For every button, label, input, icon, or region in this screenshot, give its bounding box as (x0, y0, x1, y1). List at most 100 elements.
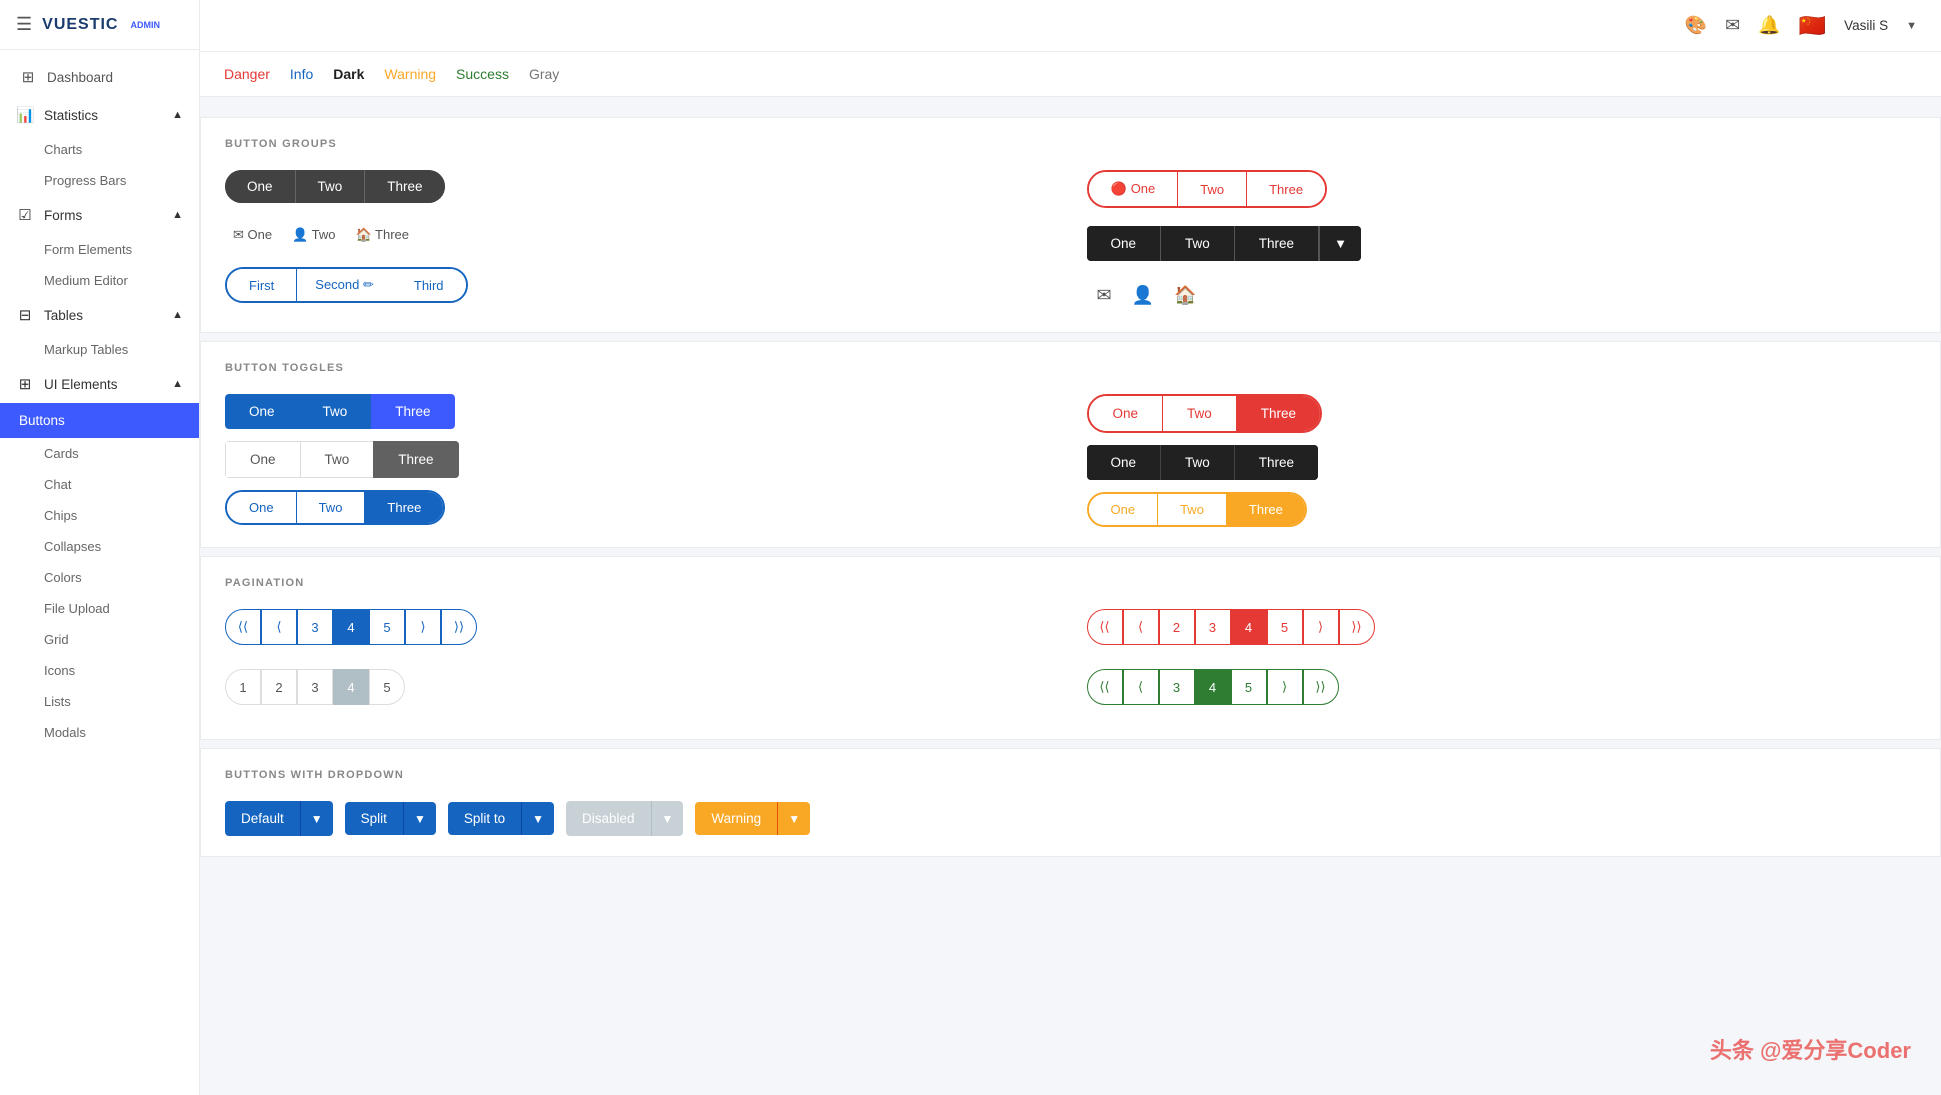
red-page-next-btn[interactable]: ⟩ (1303, 609, 1339, 645)
disabled-btn-arrow[interactable]: ▼ (652, 801, 684, 836)
split-to-btn-arrow[interactable]: ▼ (522, 802, 554, 835)
user-name[interactable]: Vasili S (1844, 18, 1888, 33)
sidebar-item-dashboard[interactable]: ⊞ Dashboard (0, 58, 199, 96)
page-first-btn[interactable]: ⟨⟨ (225, 609, 261, 645)
pencil-group-btn-first[interactable]: First (227, 269, 297, 301)
green-page-prev-btn[interactable]: ⟨ (1123, 669, 1159, 705)
sidebar-item-cards[interactable]: Cards (0, 438, 199, 469)
dark-group-btn-three[interactable]: Three (365, 170, 444, 203)
warning-btn-arrow[interactable]: ▼ (778, 802, 810, 835)
blue-toggle-two[interactable]: Two (299, 394, 372, 429)
yellow-toggle-one[interactable]: One (1089, 494, 1159, 525)
dark-toggle-three[interactable]: Three (1235, 445, 1318, 480)
dark2-btn-three[interactable]: Three (1235, 226, 1319, 261)
emoji-btn-mail[interactable]: ✉ (1087, 279, 1122, 312)
page-last-btn[interactable]: ⟩⟩ (441, 609, 477, 645)
sidebar-item-collapses[interactable]: Collapses (0, 531, 199, 562)
green-page-3-btn[interactable]: 3 (1159, 669, 1195, 705)
sidebar-item-markup-tables[interactable]: Markup Tables (0, 334, 199, 365)
plain-page-4-btn[interactable]: 4 (333, 669, 369, 705)
blue-outline-toggle-two[interactable]: Two (297, 492, 366, 523)
sidebar-item-grid[interactable]: Grid (0, 624, 199, 655)
warning-color-btn[interactable]: Warning (384, 62, 436, 86)
page-5-btn[interactable]: 5 (369, 609, 405, 645)
page-prev-btn[interactable]: ⟨ (261, 609, 297, 645)
gray-toggle-two[interactable]: Two (300, 441, 374, 478)
dark-group-btn-two[interactable]: Two (296, 170, 366, 203)
dark2-chevron-btn[interactable]: ▼ (1319, 226, 1361, 261)
sidebar-item-modals[interactable]: Modals (0, 717, 199, 748)
split-to-btn-main[interactable]: Split to (448, 802, 522, 835)
emoji-btn-home[interactable]: 🏠 (1164, 279, 1206, 312)
hamburger-icon[interactable]: ☰ (16, 14, 32, 35)
red-toggle-two[interactable]: Two (1163, 396, 1237, 431)
default-btn-arrow[interactable]: ▼ (301, 801, 333, 836)
red-toggle-one[interactable]: One (1089, 396, 1164, 431)
blue-outline-toggle-three[interactable]: Three (365, 492, 443, 523)
default-btn-main[interactable]: Default (225, 801, 301, 836)
plain-page-3-btn[interactable]: 3 (297, 669, 333, 705)
red-page-5-btn[interactable]: 5 (1267, 609, 1303, 645)
red-group-btn-two[interactable]: Two (1178, 172, 1247, 206)
gray-toggle-three[interactable]: Three (373, 441, 458, 478)
dark-color-btn[interactable]: Dark (333, 62, 364, 86)
split-btn-arrow[interactable]: ▼ (404, 802, 436, 835)
sidebar-item-medium-editor[interactable]: Medium Editor (0, 265, 199, 296)
sidebar-item-tables[interactable]: ⊟ Tables ▲ (0, 296, 199, 334)
dark2-btn-one[interactable]: One (1087, 226, 1162, 261)
green-page-first-btn[interactable]: ⟨⟨ (1087, 669, 1123, 705)
yellow-toggle-two[interactable]: Two (1158, 494, 1227, 525)
pencil-group-btn-second[interactable]: Second ✏ (297, 269, 392, 301)
red-group-btn-one[interactable]: 🔴One (1089, 172, 1179, 206)
green-page-5-btn[interactable]: 5 (1231, 669, 1267, 705)
green-page-next-btn[interactable]: ⟩ (1267, 669, 1303, 705)
sidebar-item-lists[interactable]: Lists (0, 686, 199, 717)
red-page-last-btn[interactable]: ⟩⟩ (1339, 609, 1375, 645)
plain-page-1-btn[interactable]: 1 (225, 669, 261, 705)
red-page-2-btn[interactable]: 2 (1159, 609, 1195, 645)
sidebar-item-colors[interactable]: Colors (0, 562, 199, 593)
danger-color-btn[interactable]: Danger (224, 62, 270, 86)
sidebar-item-icons[interactable]: Icons (0, 655, 199, 686)
page-3-btn[interactable]: 3 (297, 609, 333, 645)
gray-color-btn[interactable]: Gray (529, 62, 559, 86)
icon-text-btn-two[interactable]: 👤 Two (284, 221, 343, 249)
red-page-4-btn[interactable]: 4 (1231, 609, 1267, 645)
success-color-btn[interactable]: Success (456, 62, 509, 86)
sidebar-item-progress-bars[interactable]: Progress Bars (0, 165, 199, 196)
red-group-btn-three[interactable]: Three (1247, 172, 1325, 206)
sidebar-item-chips[interactable]: Chips (0, 500, 199, 531)
yellow-toggle-three[interactable]: Three (1227, 494, 1305, 525)
blue-outline-toggle-one[interactable]: One (227, 492, 297, 523)
red-page-3-btn[interactable]: 3 (1195, 609, 1231, 645)
sidebar-item-chat[interactable]: Chat (0, 469, 199, 500)
bell-icon[interactable]: 🔔 (1758, 15, 1780, 36)
sidebar-item-charts[interactable]: Charts (0, 134, 199, 165)
red-toggle-three[interactable]: Three (1237, 396, 1320, 431)
plain-page-2-btn[interactable]: 2 (261, 669, 297, 705)
page-4-btn[interactable]: 4 (333, 609, 369, 645)
info-color-btn[interactable]: Info (290, 62, 313, 86)
disabled-btn-main[interactable]: Disabled (566, 801, 652, 836)
page-next-btn[interactable]: ⟩ (405, 609, 441, 645)
plain-page-5-btn[interactable]: 5 (369, 669, 405, 705)
dark-group-btn-one[interactable]: One (225, 170, 296, 203)
blue-toggle-one[interactable]: One (225, 394, 299, 429)
icon-text-btn-one[interactable]: ✉ One (225, 221, 280, 249)
sidebar-item-statistics[interactable]: 📊 Statistics ▲ (0, 96, 199, 134)
pencil-group-btn-third[interactable]: Third (392, 269, 466, 301)
sidebar-item-ui-elements[interactable]: ⊞ UI Elements ▲ (0, 365, 199, 403)
icon-text-btn-three[interactable]: 🏠 Three (347, 221, 417, 249)
dark-toggle-two[interactable]: Two (1161, 445, 1235, 480)
mail-icon[interactable]: ✉ (1725, 15, 1740, 36)
red-page-first-btn[interactable]: ⟨⟨ (1087, 609, 1123, 645)
dark2-btn-two[interactable]: Two (1161, 226, 1235, 261)
warning-btn-main[interactable]: Warning (695, 802, 778, 835)
sidebar-item-form-elements[interactable]: Form Elements (0, 234, 199, 265)
sidebar-item-file-upload[interactable]: File Upload (0, 593, 199, 624)
dark-toggle-one[interactable]: One (1087, 445, 1162, 480)
green-page-4-btn[interactable]: 4 (1195, 669, 1231, 705)
blue-toggle-three[interactable]: Three (371, 394, 454, 429)
red-page-prev-btn[interactable]: ⟨ (1123, 609, 1159, 645)
sidebar-item-buttons[interactable]: Buttons (0, 403, 199, 438)
